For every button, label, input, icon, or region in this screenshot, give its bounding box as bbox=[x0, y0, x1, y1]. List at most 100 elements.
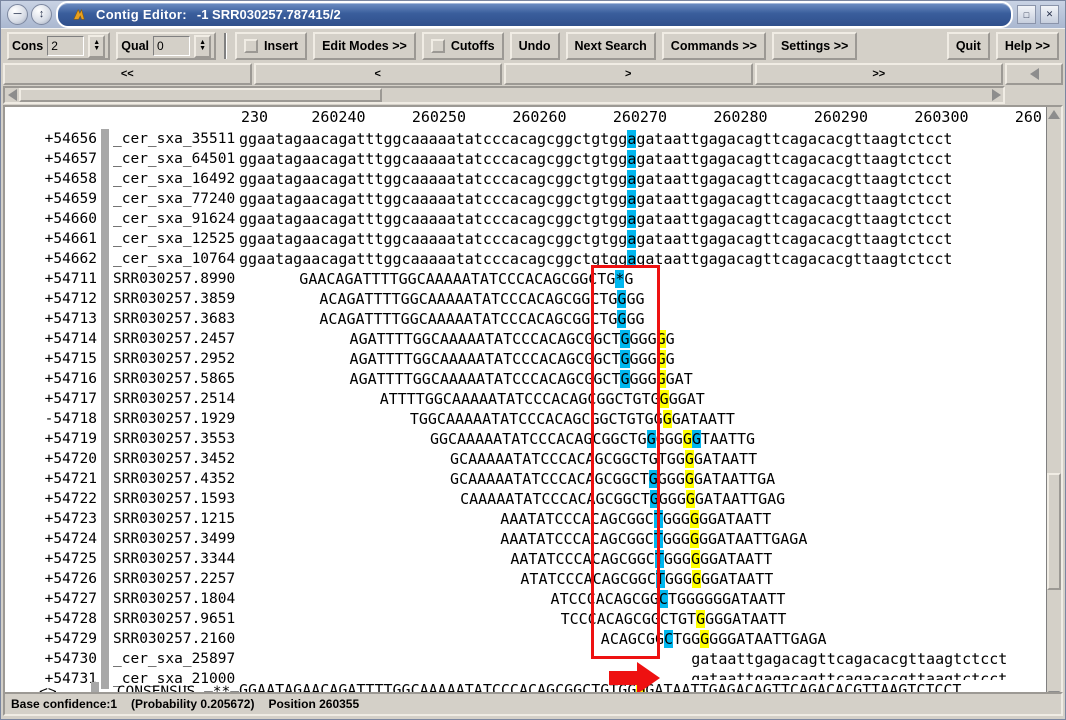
read-gutter-row[interactable]: +54725 SRR030257.3344 bbox=[5, 549, 239, 569]
read-gutter-row[interactable]: +54656 _cer_sxa_35511 bbox=[5, 129, 239, 149]
read-sequence-row[interactable]: ggaatagaacagatttggcaaaaatatcccacagcggctg… bbox=[239, 189, 1046, 209]
read-sequence-row[interactable]: GGCAAAAATATCCCACAGCGGCTGGGGGGGTAATTG bbox=[239, 429, 1046, 449]
maximize-button[interactable]: □ bbox=[1017, 5, 1036, 24]
read-sequence-row[interactable]: ggaatagaacagatttggcaaaaatatcccacagcggctg… bbox=[239, 209, 1046, 229]
read-gutter-row[interactable]: +54721 SRR030257.4352 bbox=[5, 469, 239, 489]
read-sequence-row[interactable]: CAAAAATATCCCACAGCGGCTGGGGGGATAATTGAG bbox=[239, 489, 1046, 509]
read-sequence-row[interactable]: AGATTTTGGCAAAAATATCCCACAGCGGCTGGGGGG bbox=[239, 329, 1046, 349]
read-gutter-row[interactable]: +54661 _cer_sxa_12525 bbox=[5, 229, 239, 249]
read-sequence-row[interactable]: TGGCAAAAATATCCCACAGCGGCTGTGGGGATAATT bbox=[239, 409, 1046, 429]
read-sequence-row[interactable]: ACAGATTTTGGCAAAAATATCCCACAGCGGCTGGGG bbox=[239, 309, 1046, 329]
next-search-button[interactable]: Next Search bbox=[565, 32, 656, 60]
quit-button[interactable]: Quit bbox=[946, 32, 990, 60]
read-sequence-row[interactable]: gataattgagacagttcagacacgttaagtctcct bbox=[239, 649, 1046, 669]
read-sequence-row[interactable]: ACAGATTTTGGCAAAAATATCCCACAGCGGCTGGGG bbox=[239, 289, 1046, 309]
read-sequence-row[interactable]: ggaatagaacagatttggcaaaaatatcccacagcggctg… bbox=[239, 129, 1046, 149]
read-gutter-row[interactable]: +54729 SRR030257.2160 bbox=[5, 629, 239, 649]
vertical-scrollbar[interactable] bbox=[1046, 107, 1061, 702]
hscroll-right-button[interactable] bbox=[989, 88, 1003, 102]
nav-prev-button[interactable]: < bbox=[253, 63, 502, 85]
minimize-button[interactable]: ─ bbox=[7, 4, 28, 25]
help-button[interactable]: Help >> bbox=[995, 32, 1059, 60]
read-sequence-row[interactable]: ATTTTGGCAAAAATATCCCACAGCGGCTGTGGGGAT bbox=[239, 389, 1046, 409]
read-sequence-row[interactable]: GCAAAAATATCCCACAGCGGCTGGGGGGATAATTGA bbox=[239, 469, 1046, 489]
read-gutter-row[interactable]: +54711 SRR030257.8990 bbox=[5, 269, 239, 289]
read-gutter-row[interactable]: +54726 SRR030257.2257 bbox=[5, 569, 239, 589]
read-gutter-row[interactable]: +54715 SRR030257.2952 bbox=[5, 349, 239, 369]
read-sequence-row[interactable]: AGATTTTGGCAAAAATATCCCACAGCGGCTGGGGGG bbox=[239, 349, 1046, 369]
checkbox-icon[interactable] bbox=[244, 39, 259, 53]
read-gutter-row[interactable]: +54662 _cer_sxa_10764 bbox=[5, 249, 239, 269]
sequence-display[interactable]: 230 260240 260250 260260 260270 260280 260290 2… bbox=[239, 107, 1046, 702]
read-gutter-row[interactable]: +54722 SRR030257.1593 bbox=[5, 489, 239, 509]
vertical-scroll-up-area[interactable] bbox=[1005, 63, 1063, 85]
ruler-tick: 230 bbox=[241, 108, 269, 126]
read-gutter-row[interactable]: +54719 SRR030257.3553 bbox=[5, 429, 239, 449]
read-sequence-row[interactable]: AAATATCCCACAGCGGCTGGGGGGATAATTGAGA bbox=[239, 529, 1046, 549]
hscroll-thumb[interactable] bbox=[19, 88, 382, 102]
nav-first-button[interactable]: << bbox=[3, 63, 252, 85]
settings-button[interactable]: Settings >> bbox=[771, 32, 858, 60]
read-gutter-row[interactable]: +54723 SRR030257.1215 bbox=[5, 509, 239, 529]
window-subtitle: -1 SRR030257.787415/2 bbox=[196, 7, 341, 22]
cutoffs-toggle[interactable]: Cutoffs bbox=[421, 32, 504, 60]
read-sequence-row[interactable]: GAACAGATTTTGGCAAAAATATCCCACAGCGGCTG*G bbox=[239, 269, 1046, 289]
read-gutter-row[interactable]: -54718 SRR030257.1929 bbox=[5, 409, 239, 429]
read-sequence-row[interactable]: AGATTTTGGCAAAAATATCCCACAGCGGCTGGGGGGAT bbox=[239, 369, 1046, 389]
read-sequence-row[interactable]: ggaatagaacagatttggcaaaaatatcccacagcggctg… bbox=[239, 249, 1046, 269]
read-name: _cer_sxa_16492 bbox=[113, 171, 236, 187]
qual-value[interactable]: 0 bbox=[153, 36, 191, 56]
read-sequence-row[interactable]: ACAGCGGCTGGGGGGATAATTGAGA bbox=[239, 629, 1046, 649]
probability-text: (Probability 0.205672) bbox=[131, 697, 255, 711]
checkbox-icon[interactable] bbox=[430, 39, 445, 53]
read-sequence-row[interactable]: ggaatagaacagatttggcaaaaatatcccacagcggctg… bbox=[239, 229, 1046, 249]
shade-button[interactable]: ↕ bbox=[31, 4, 52, 25]
hscroll-left-button[interactable] bbox=[5, 88, 19, 102]
read-gutter-row[interactable]: +54660 _cer_sxa_91624 bbox=[5, 209, 239, 229]
vscroll-track[interactable] bbox=[1047, 121, 1061, 688]
nav-next-button[interactable]: > bbox=[504, 63, 753, 85]
qual-spinner-arrows-icon[interactable]: ▲ ▼ bbox=[194, 34, 212, 58]
read-gutter-row[interactable]: +54658 _cer_sxa_16492 bbox=[5, 169, 239, 189]
read-name-gutter[interactable]: +54656 _cer_sxa_35511 +54657 _cer_sxa_64501… bbox=[5, 107, 239, 702]
horizontal-scrollbar[interactable] bbox=[3, 86, 1005, 104]
read-sequence-row[interactable]: ATCCCACAGCGGCTGGGGGGATAATT bbox=[239, 589, 1046, 609]
read-sequence-row[interactable]: AATATCCCACAGCGGCTGGGGGGATAATT bbox=[239, 549, 1046, 569]
vscroll-thumb[interactable] bbox=[1047, 472, 1061, 590]
read-name: SRR030257.1215 bbox=[113, 511, 236, 527]
close-button[interactable]: ✕ bbox=[1040, 5, 1059, 24]
hscroll-track[interactable] bbox=[19, 88, 989, 102]
edit-modes-button[interactable]: Edit Modes >> bbox=[313, 32, 416, 60]
commands-button[interactable]: Commands >> bbox=[661, 32, 766, 60]
read-sequence-row[interactable]: ggaatagaacagatttggcaaaaatatcccacagcggctg… bbox=[239, 169, 1046, 189]
vscroll-up-button[interactable] bbox=[1047, 107, 1061, 121]
read-gutter-row[interactable]: +54724 SRR030257.3499 bbox=[5, 529, 239, 549]
read-number: +54712 bbox=[44, 291, 97, 307]
read-gutter-row[interactable]: +54730 _cer_sxa_25897 bbox=[5, 649, 239, 669]
read-sequence-row[interactable]: AAATATCCCACAGCGGCTGGGGGGATAATT bbox=[239, 509, 1046, 529]
read-gutter-row[interactable]: +54657 _cer_sxa_64501 bbox=[5, 149, 239, 169]
read-gutter-row[interactable]: +54720 SRR030257.3452 bbox=[5, 449, 239, 469]
cons-spinner-arrows-icon[interactable]: ▲ ▼ bbox=[88, 34, 106, 58]
insert-toggle[interactable]: Insert bbox=[235, 32, 308, 60]
read-sequence-row[interactable]: ATATCCCACAGCGGCTGGGGGGATAATT bbox=[239, 569, 1046, 589]
gutter-divider bbox=[101, 509, 109, 529]
read-gutter-row[interactable]: +54659 _cer_sxa_77240 bbox=[5, 189, 239, 209]
cons-value[interactable]: 2 bbox=[47, 36, 85, 56]
scroll-up-button[interactable] bbox=[1005, 63, 1063, 85]
nav-last-button[interactable]: >> bbox=[754, 63, 1003, 85]
read-sequence-row[interactable]: TCCCACAGCGGCTGTGGGGATAATT bbox=[239, 609, 1046, 629]
read-gutter-row[interactable]: +54712 SRR030257.3859 bbox=[5, 289, 239, 309]
nav-first-label: << bbox=[120, 68, 134, 80]
read-gutter-row[interactable]: +54728 SRR030257.9651 bbox=[5, 609, 239, 629]
read-gutter-row[interactable]: +54727 SRR030257.1804 bbox=[5, 589, 239, 609]
read-gutter-row[interactable]: +54713 SRR030257.3683 bbox=[5, 309, 239, 329]
cons-stepper[interactable]: Cons 2 ▲ ▼ bbox=[7, 32, 111, 60]
qual-stepper[interactable]: Qual 0 ▲ ▼ bbox=[116, 32, 217, 60]
read-sequence-row[interactable]: GCAAAAATATCCCACAGCGGCTGTGGGGATAATT bbox=[239, 449, 1046, 469]
read-gutter-row[interactable]: +54716 SRR030257.5865 bbox=[5, 369, 239, 389]
read-sequence-row[interactable]: ggaatagaacagatttggcaaaaatatcccacagcggctg… bbox=[239, 149, 1046, 169]
undo-button[interactable]: Undo bbox=[509, 32, 560, 60]
read-gutter-row[interactable]: +54714 SRR030257.2457 bbox=[5, 329, 239, 349]
read-gutter-row[interactable]: +54717 SRR030257.2514 bbox=[5, 389, 239, 409]
